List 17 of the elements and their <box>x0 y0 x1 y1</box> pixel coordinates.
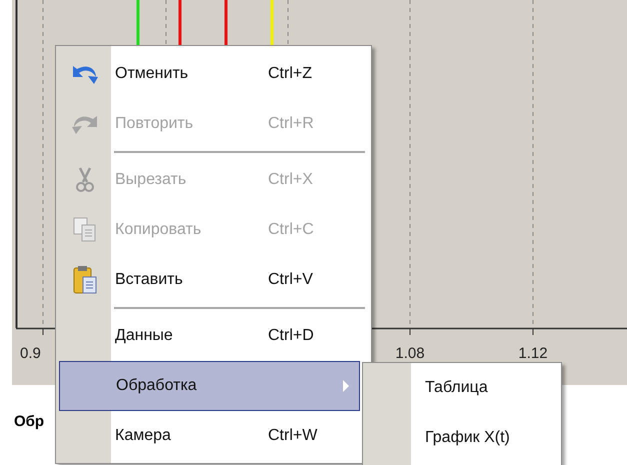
copy-icon <box>73 217 97 243</box>
menu-item[interactable]: Вставить Ctrl+V <box>59 255 360 305</box>
undo-icon <box>70 63 100 85</box>
redo-icon <box>70 113 100 135</box>
tick-label: 0.9 <box>20 345 41 362</box>
scissors-icon <box>74 167 96 193</box>
menu-item[interactable]: Камера Ctrl+W <box>59 411 360 461</box>
menu-item[interactable]: Данные Ctrl+D <box>59 311 360 361</box>
menu-item[interactable]: График X(t) <box>363 413 561 463</box>
submenu-arrow-icon <box>343 380 349 392</box>
menu-item[interactable]: Таблица <box>363 363 561 413</box>
menu-item[interactable]: Обработка <box>59 361 360 411</box>
tick-label: 1.08 <box>395 345 425 362</box>
paste-icon <box>73 265 97 295</box>
section-title: Обр <box>14 413 44 430</box>
tick-label: 1.12 <box>518 345 548 362</box>
menu-item[interactable]: Отменить Ctrl+Z <box>59 49 360 99</box>
